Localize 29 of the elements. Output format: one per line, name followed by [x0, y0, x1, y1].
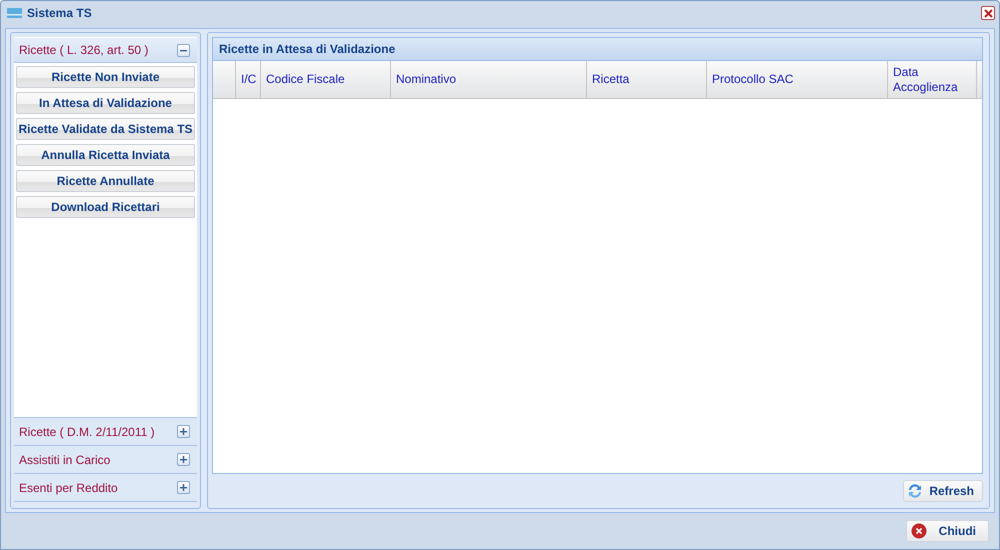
window-title: Sistema TS	[27, 6, 93, 20]
nav-button[interactable]: Ricette Annullate	[16, 170, 195, 192]
refresh-button[interactable]: Refresh	[903, 480, 983, 502]
grid-title: Ricette in Attesa di Validazione	[213, 38, 982, 61]
collapse-icon[interactable]	[177, 44, 190, 56]
column-header[interactable]: I/C	[236, 61, 261, 98]
nav-button[interactable]: Annulla Ricetta Inviata	[16, 144, 195, 166]
close-icon	[910, 523, 927, 539]
nav-button[interactable]: Ricette Validate da Sistema TS	[16, 118, 195, 140]
expand-icon[interactable]	[177, 481, 190, 494]
nav-button[interactable]: Download Ricettari	[16, 196, 195, 218]
section-title: Assistiti in Carico	[19, 452, 110, 466]
section-header[interactable]: Ricette ( L. 326, art. 50 )	[14, 37, 197, 63]
column-header[interactable]: Data Accoglienza	[888, 61, 977, 98]
section-title: Esenti per Reddito	[19, 480, 118, 494]
nav-button[interactable]: Ricette Non Inviate	[16, 66, 195, 88]
column-header[interactable]: Nominativo	[391, 61, 587, 98]
column-header[interactable]: Protocollo SAC	[707, 61, 888, 98]
close-icon[interactable]	[981, 6, 995, 20]
close-button[interactable]: Chiudi	[906, 520, 989, 542]
section-title: Ricette ( L. 326, art. 50 )	[19, 43, 148, 57]
section-title: Ricette ( D.M. 2/11/2011 )	[19, 424, 155, 438]
refresh-icon	[907, 483, 924, 499]
column-header[interactable]: Codice Fiscale	[261, 61, 391, 98]
nav-button[interactable]: In Attesa di Validazione	[16, 92, 195, 114]
window-icon	[7, 8, 22, 18]
column-header[interactable]: Ricetta	[587, 61, 707, 98]
expand-icon[interactable]	[177, 425, 190, 438]
expand-icon[interactable]	[177, 453, 190, 466]
